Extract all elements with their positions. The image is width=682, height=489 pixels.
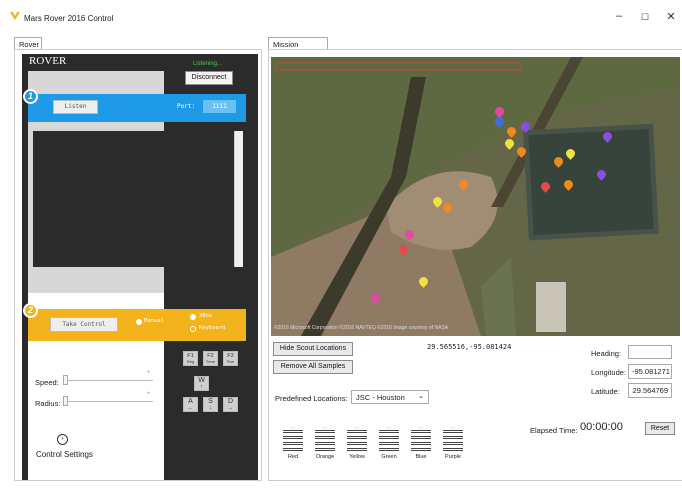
latitude-field[interactable]: 29.564769 bbox=[628, 383, 672, 398]
take-control-button[interactable]: Take Control bbox=[50, 317, 118, 332]
speed-slider-thumb[interactable] bbox=[63, 375, 68, 385]
key-a[interactable]: A ← bbox=[183, 397, 198, 412]
app-icon bbox=[10, 11, 20, 21]
port-input[interactable]: 1111 bbox=[203, 100, 236, 113]
key-f2[interactable]: F2 Trem bbox=[203, 351, 218, 366]
key-d[interactable]: D → bbox=[223, 397, 238, 412]
status-text: Listening... bbox=[193, 61, 223, 67]
sample-column-purple[interactable]: ‹ › Purple bbox=[443, 425, 463, 460]
mode-xbox-label: XBox bbox=[199, 313, 213, 319]
elapsed-time-value: 00:00:00 bbox=[580, 421, 623, 433]
log-output[interactable] bbox=[33, 131, 234, 267]
radius-max-tick: + bbox=[147, 391, 151, 397]
speed-slider-track[interactable] bbox=[65, 380, 153, 381]
mode-keyboard-label: Keyboard bbox=[199, 325, 226, 331]
sample-columns: ‹ › Red ‹ › Orange ‹ › Yellow ‹ › Green … bbox=[283, 425, 473, 485]
maximize-button[interactable]: ☐ bbox=[638, 12, 652, 23]
map-imagery bbox=[271, 57, 680, 336]
radius-label: Radius: bbox=[35, 399, 61, 408]
predefined-locations-select[interactable]: JSC - Houston ⌄ bbox=[351, 390, 429, 404]
step-1-badge: 1 bbox=[23, 89, 38, 104]
map-credit: ©2016 Microsoft Corporation ©2016 NAVTEQ… bbox=[274, 325, 449, 331]
longitude-label: Longitude: bbox=[591, 368, 627, 377]
chevron-down-icon: ⌄ bbox=[418, 393, 424, 400]
control-settings-label[interactable]: Control Settings bbox=[36, 450, 93, 459]
elapsed-time-label: Elapsed Time: bbox=[530, 426, 578, 435]
sample-label: Orange bbox=[315, 454, 335, 460]
sample-label: Yellow bbox=[349, 454, 365, 460]
close-button[interactable]: ✕ bbox=[664, 10, 678, 23]
mode-manual-radio[interactable] bbox=[136, 318, 142, 327]
reset-button[interactable]: Reset bbox=[645, 422, 675, 435]
mode-keyboard-radio[interactable] bbox=[190, 325, 196, 334]
sample-label: Purple bbox=[445, 454, 461, 460]
port-label: Port: bbox=[177, 103, 196, 110]
rover-brand: ROVER bbox=[29, 55, 67, 67]
radio-icon bbox=[190, 326, 196, 332]
sample-label: Blue bbox=[415, 454, 427, 460]
latitude-label: Latitude: bbox=[591, 387, 620, 396]
key-w[interactable]: W ↑ bbox=[194, 376, 209, 391]
radio-icon bbox=[136, 319, 142, 325]
sample-column-orange[interactable]: ‹ › Orange bbox=[315, 425, 335, 460]
remove-all-samples-button[interactable]: Remove All Samples bbox=[273, 360, 353, 374]
radius-slider-track[interactable] bbox=[65, 401, 153, 402]
heading-field[interactable] bbox=[628, 345, 672, 359]
disconnect-button[interactable]: Disconnect bbox=[185, 71, 233, 85]
heading-label: Heading: bbox=[591, 349, 622, 358]
key-s[interactable]: S ↓ bbox=[203, 397, 218, 412]
minimize-button[interactable]: – bbox=[612, 10, 626, 22]
sample-label: Green bbox=[381, 454, 397, 460]
longitude-field[interactable]: -95.081271 bbox=[628, 364, 672, 379]
control-settings-expand-icon[interactable]: › bbox=[57, 434, 68, 445]
predefined-locations-label: Predefined Locations: bbox=[275, 394, 348, 403]
window-title: Mars Rover 2016 Control bbox=[24, 14, 114, 23]
satellite-map[interactable]: ©2016 Microsoft Corporation ©2016 NAVTEQ… bbox=[271, 57, 680, 336]
hide-scout-locations-button[interactable]: Hide Scout Locations bbox=[273, 342, 353, 356]
sample-label: Red bbox=[287, 454, 299, 460]
key-f1[interactable]: F1 Reg bbox=[183, 351, 198, 366]
predefined-locations-value: JSC - Houston bbox=[356, 393, 405, 402]
speed-label: Speed: bbox=[35, 378, 59, 387]
sample-column-green[interactable]: ‹ › Green bbox=[379, 425, 399, 460]
mode-xbox-radio[interactable] bbox=[190, 313, 196, 322]
listen-button[interactable]: Listen bbox=[53, 100, 98, 114]
log-scrollbar[interactable] bbox=[234, 131, 243, 267]
key-f3[interactable]: F3 Run bbox=[223, 351, 238, 366]
radio-icon bbox=[190, 314, 196, 320]
speed-max-tick: + bbox=[147, 370, 151, 376]
step-2-badge: 2 bbox=[23, 303, 38, 318]
radius-slider-thumb[interactable] bbox=[63, 396, 68, 406]
mode-manual-label: Manual bbox=[144, 318, 164, 324]
map-coordinates: 29.565516,-95.081424 bbox=[427, 343, 512, 351]
sample-column-yellow[interactable]: ‹ › Yellow bbox=[347, 425, 367, 460]
sample-column-blue[interactable]: ‹ › Blue bbox=[411, 425, 431, 460]
sample-column-red[interactable]: ‹ › Red bbox=[283, 425, 303, 460]
